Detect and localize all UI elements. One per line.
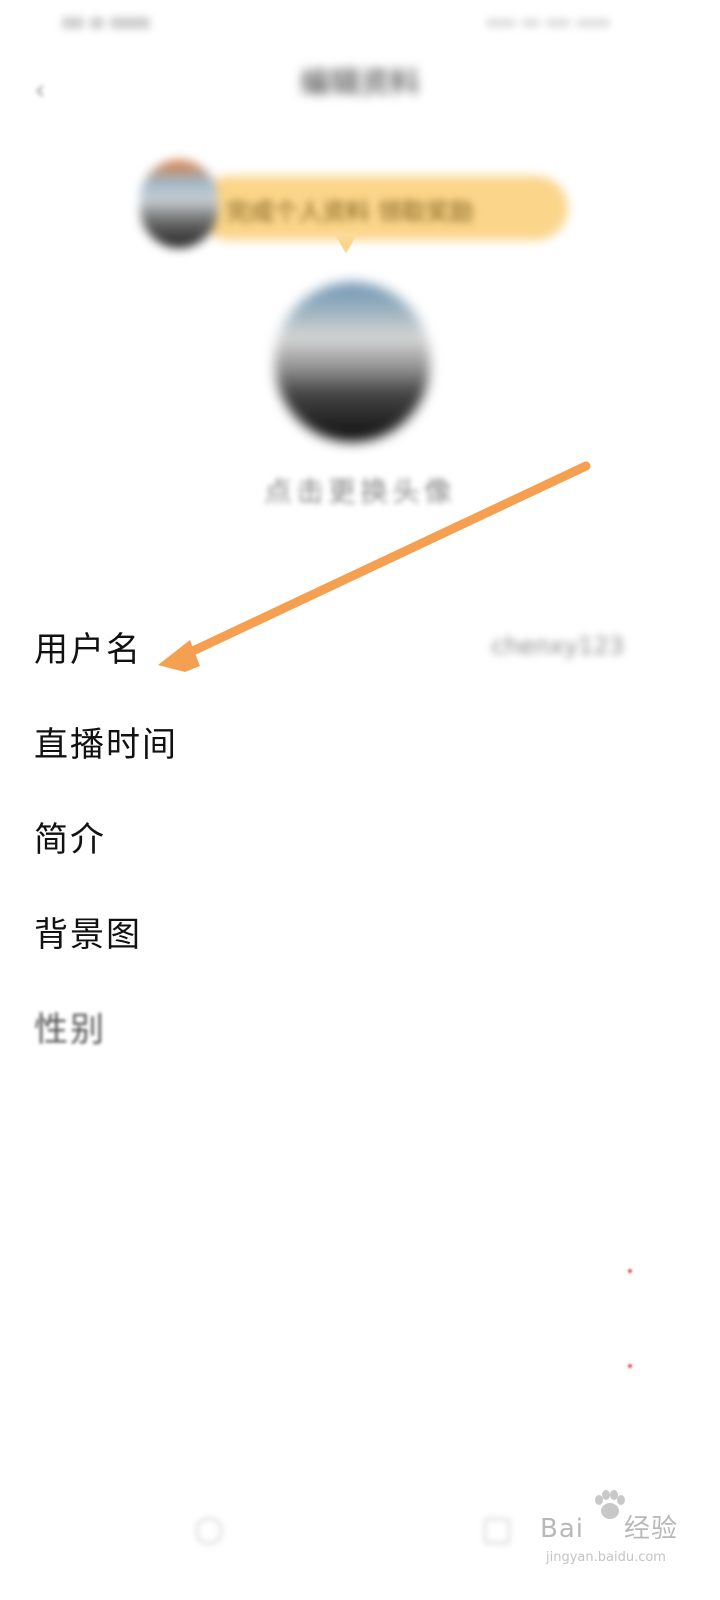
avatar[interactable] [275,282,430,442]
profile-settings-list: 用户名 chenxy123 直播时间 简介 背景图 性别 [0,598,720,1453]
settings-row-username[interactable]: 用户名 chenxy123 [0,598,720,693]
promo-text: 完成个人资料 领取奖励 [226,198,474,226]
settings-row-gender[interactable]: 性别 [0,978,720,1073]
avatar-change-hint[interactable]: 点击更换头像 [0,470,720,510]
promo-avatar [140,160,218,248]
watermark: Bai 经验 jingyan.baidu.com [540,1490,700,1580]
row-value: chenxy123 [491,632,624,660]
settings-row[interactable] [0,1358,720,1453]
watermark-brand: Bai 经验 [540,1514,679,1544]
status-bar-right [470,16,610,30]
settings-row[interactable] [0,1073,720,1168]
row-label: 背景图 [34,915,142,955]
promo-pill-tail [336,236,356,254]
notification-dot [628,1269,632,1273]
row-label: 简介 [34,820,106,860]
row-label: 性别 [34,1010,106,1050]
header: ‹ 编辑资料 [0,50,720,134]
status-bar-left [62,14,154,32]
promo-banner[interactable]: 完成个人资料 领取奖励 [140,158,570,258]
row-label: 直播时间 [34,725,178,765]
settings-row-background[interactable]: 背景图 [0,883,720,978]
settings-row-live-time[interactable]: 直播时间 [0,693,720,788]
notification-dot [628,1364,632,1368]
row-label: 用户名 [34,630,142,670]
watermark-url: jingyan.baidu.com [546,1550,666,1565]
settings-row[interactable] [0,1168,720,1263]
page-title: 编辑资料 [300,66,420,101]
status-bar [0,0,720,48]
nav-back-icon[interactable] [196,1518,222,1544]
settings-row[interactable] [0,1263,720,1358]
settings-row-bio[interactable]: 简介 [0,788,720,883]
nav-recent-icon[interactable] [484,1518,510,1544]
